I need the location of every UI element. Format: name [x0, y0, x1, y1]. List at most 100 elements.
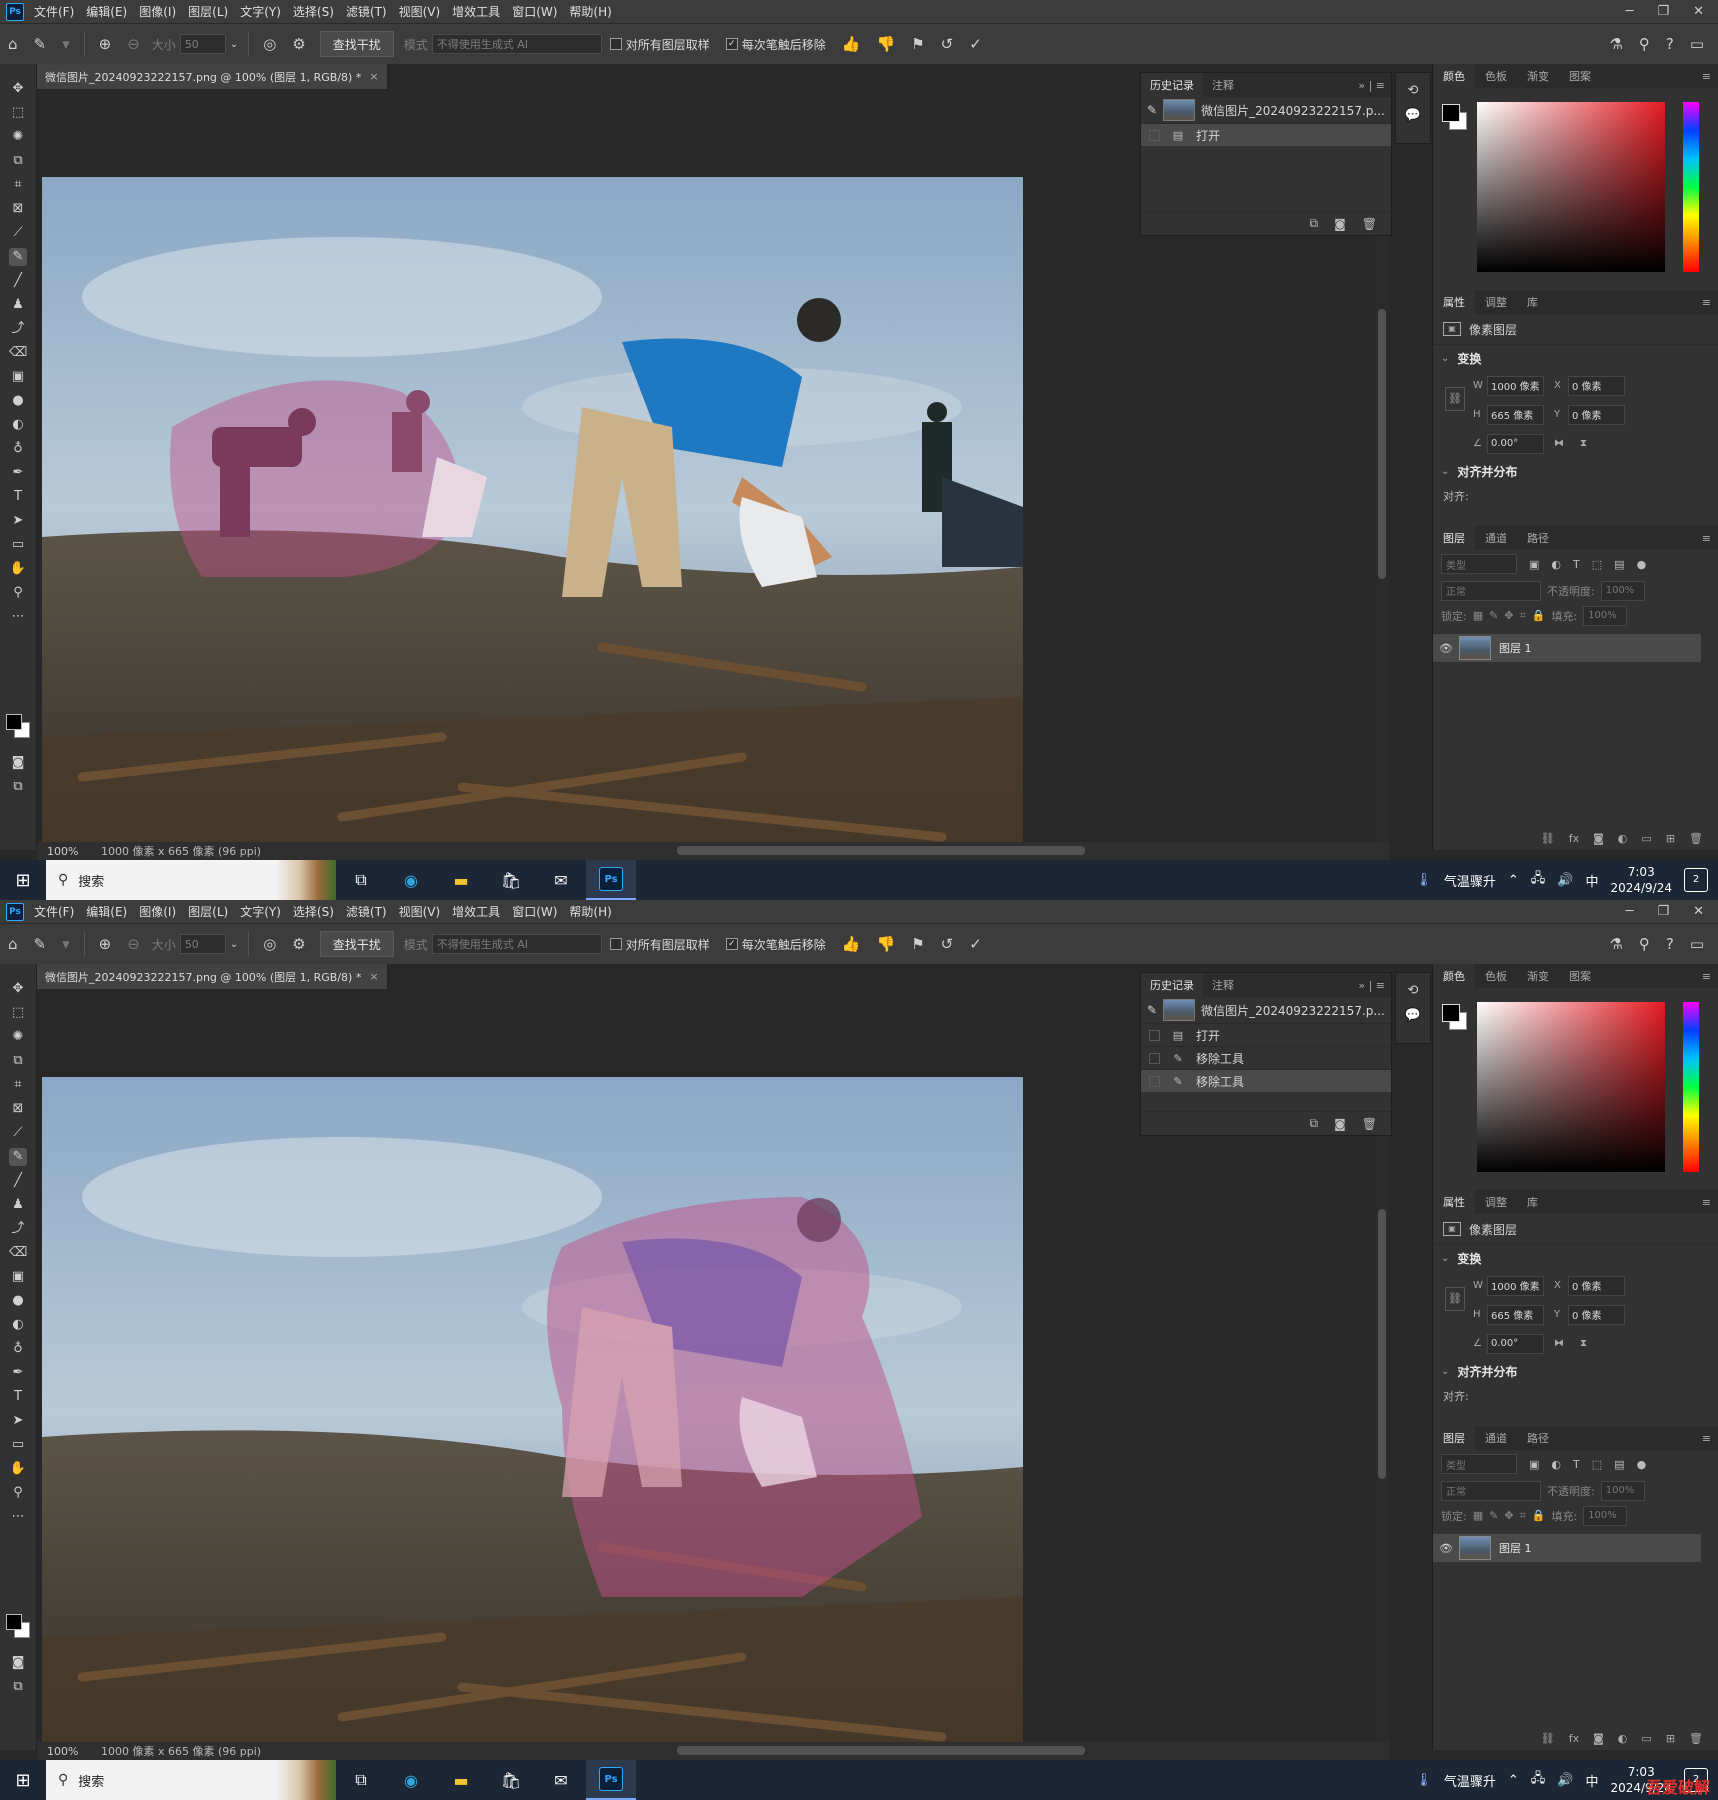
marquee-tool-icon[interactable]: ⬚ — [9, 1004, 27, 1022]
panel-menu-icon[interactable]: ≡ — [1702, 296, 1711, 309]
menu-edit[interactable]: 编辑(E) — [86, 3, 127, 20]
flask-icon[interactable]: ⚗ — [1609, 35, 1622, 53]
more-tools-icon[interactable]: ⋯ — [9, 608, 27, 626]
menu-edit[interactable]: 编辑(E) — [86, 903, 127, 920]
frame-tool-icon[interactable]: ⊠ — [9, 1100, 27, 1118]
pen-tool-icon[interactable]: ✒ — [9, 1364, 27, 1382]
tab-paths[interactable]: 路径 — [1517, 1426, 1559, 1450]
mode-select[interactable]: 不得使用生成式 AI — [431, 34, 602, 54]
tab-patterns[interactable]: 图案 — [1559, 964, 1601, 988]
width-field[interactable]: 1000 像素 — [1487, 375, 1544, 396]
x-field[interactable]: 0 像素 — [1568, 375, 1625, 396]
tab-libraries[interactable]: 库 — [1517, 1190, 1548, 1214]
history-brush-icon[interactable]: ⤴ — [9, 1220, 27, 1238]
panel-menu-icon[interactable]: ≡ — [1702, 1196, 1711, 1209]
zoom-tool-icon[interactable]: ⚲ — [9, 584, 27, 602]
menu-plugins[interactable]: 增效工具 — [452, 903, 500, 920]
flag-icon[interactable]: ⚑ — [911, 935, 924, 953]
windows-start-icon[interactable]: ⊞ — [0, 1760, 46, 1800]
quick-mask-icon[interactable]: ◙ — [9, 754, 27, 772]
tab-libraries[interactable]: 库 — [1517, 290, 1548, 314]
weather-text[interactable]: 气温骤升 — [1444, 871, 1496, 890]
adjustment-filter-icon[interactable]: ◐ — [1551, 1458, 1561, 1471]
flip-horizontal-icon[interactable]: ⧓ — [1554, 438, 1580, 449]
angle-field[interactable]: 0.00° — [1487, 1333, 1544, 1354]
new-document-from-state-icon[interactable]: ⧉ — [1310, 216, 1319, 231]
folder-icon[interactable]: ▭ — [1641, 1732, 1651, 1745]
clock[interactable]: 7:03 2024/9/24 — [1610, 864, 1672, 896]
trash-icon[interactable]: 🗑 — [1362, 217, 1377, 231]
hand-tool-icon[interactable]: ✋ — [9, 560, 27, 578]
object-select-tool-icon[interactable]: ⧉ — [9, 1052, 27, 1070]
menu-filter[interactable]: 滤镜(T) — [346, 903, 387, 920]
minimize-icon[interactable]: ─ — [1626, 4, 1634, 19]
remove-tool-icon[interactable]: ✎ — [9, 1148, 27, 1166]
menu-view[interactable]: 视图(V) — [399, 3, 441, 20]
eyedropper-tool-icon[interactable]: ⟋ — [9, 224, 27, 242]
panel-menu-icon[interactable]: » | ≡ — [1358, 979, 1385, 992]
mail-icon[interactable]: ✉ — [536, 1760, 586, 1800]
menu-image[interactable]: 图像(I) — [139, 903, 176, 920]
flip-horizontal-icon[interactable]: ⧓ — [1554, 1338, 1580, 1349]
stamp-tool-icon[interactable]: ♟ — [9, 296, 27, 314]
volume-icon[interactable]: 🔊 — [1557, 873, 1573, 888]
remove-after-stroke-checkbox[interactable]: ✓ 每次笔触后移除 — [725, 936, 826, 953]
lock-position-icon[interactable]: ✥ — [1504, 1509, 1513, 1522]
mode-select[interactable]: 不得使用生成式 AI — [431, 934, 602, 954]
menu-window[interactable]: 窗口(W) — [512, 903, 557, 920]
lock-image-icon[interactable]: ✎ — [1489, 609, 1498, 622]
new-layer-icon[interactable]: ⊞ — [1666, 1732, 1675, 1745]
sample-all-layers-checkbox[interactable]: 对所有图层取样 — [609, 36, 710, 53]
history-item[interactable]: ▤ 打开 — [1141, 1023, 1391, 1046]
menu-select[interactable]: 选择(S) — [293, 3, 334, 20]
store-icon[interactable]: 🛍 — [486, 860, 536, 900]
history-brush-icon[interactable]: ⤴ — [9, 320, 27, 338]
history-panel-icon[interactable]: ⟲ — [1396, 83, 1430, 98]
home-icon[interactable]: ⌂ — [8, 35, 18, 53]
mask-icon[interactable]: ◙ — [1593, 832, 1604, 845]
file-explorer-icon[interactable]: ▬ — [436, 860, 486, 900]
quick-mask-icon[interactable]: ◙ — [9, 1654, 27, 1672]
foreground-color-swatch[interactable] — [6, 1614, 22, 1630]
workspace-icon[interactable]: ▭ — [1690, 35, 1704, 53]
tab-color[interactable]: 颜色 — [1433, 964, 1475, 988]
tab-history[interactable]: 历史记录 — [1141, 73, 1203, 97]
pen-tool-icon[interactable]: ✒ — [9, 464, 27, 482]
undo-icon[interactable]: ↺ — [941, 35, 954, 53]
tab-swatches[interactable]: 色板 — [1475, 964, 1517, 988]
path-select-tool-icon[interactable]: ➤ — [9, 512, 27, 530]
flask-icon[interactable]: ⚗ — [1609, 935, 1622, 953]
foreground-background-swatch[interactable] — [6, 1614, 30, 1638]
brush-tool-icon[interactable]: ╱ — [9, 272, 27, 290]
opacity-field[interactable]: 100% — [1600, 580, 1645, 601]
tab-swatches[interactable]: 色板 — [1475, 64, 1517, 88]
workspace-icon[interactable]: ▭ — [1690, 935, 1704, 953]
eyedropper-tool-icon[interactable]: ⟋ — [9, 1124, 27, 1142]
trash-icon[interactable]: 🗑 — [1689, 1732, 1703, 1745]
adjustment-layer-icon[interactable]: ◐ — [1618, 832, 1628, 845]
trash-icon[interactable]: 🗑 — [1362, 1117, 1377, 1131]
menu-image[interactable]: 图像(I) — [139, 3, 176, 20]
taskbar-search[interactable]: ⚲ 搜索 — [46, 1760, 336, 1800]
type-filter-icon[interactable]: T — [1573, 1458, 1580, 1471]
checkbox-box[interactable]: ✓ — [725, 938, 738, 950]
more-tools-icon[interactable]: ⋯ — [9, 1508, 27, 1526]
photoshop-taskbar-icon[interactable]: Ps — [586, 860, 636, 900]
comments-icon[interactable]: 💬 — [1396, 108, 1430, 123]
rectangle-tool-icon[interactable]: ▭ — [9, 1436, 27, 1454]
menu-view[interactable]: 视图(V) — [399, 903, 441, 920]
lock-position-icon[interactable]: ✥ — [1504, 609, 1513, 622]
add-to-brush-icon[interactable]: ⊕ — [99, 935, 112, 953]
rectangle-tool-icon[interactable]: ▭ — [9, 536, 27, 554]
zoom-level[interactable]: 100% — [37, 845, 91, 858]
panel-menu-icon[interactable]: ≡ — [1702, 1432, 1711, 1445]
close-tab-icon[interactable]: × — [369, 70, 378, 83]
history-source-checkbox[interactable] — [1149, 1029, 1160, 1041]
file-explorer-icon[interactable]: ▬ — [436, 1760, 486, 1800]
history-item[interactable]: ✎ 移除工具 — [1141, 1046, 1391, 1069]
lasso-tool-icon[interactable]: ✺ — [9, 128, 27, 146]
blur-tool-icon[interactable]: ● — [9, 1292, 27, 1310]
foreground-background-swatch[interactable] — [6, 714, 30, 738]
saturation-value-field[interactable] — [1477, 1002, 1665, 1172]
transform-section[interactable]: ⌄ 变换 — [1433, 345, 1718, 371]
